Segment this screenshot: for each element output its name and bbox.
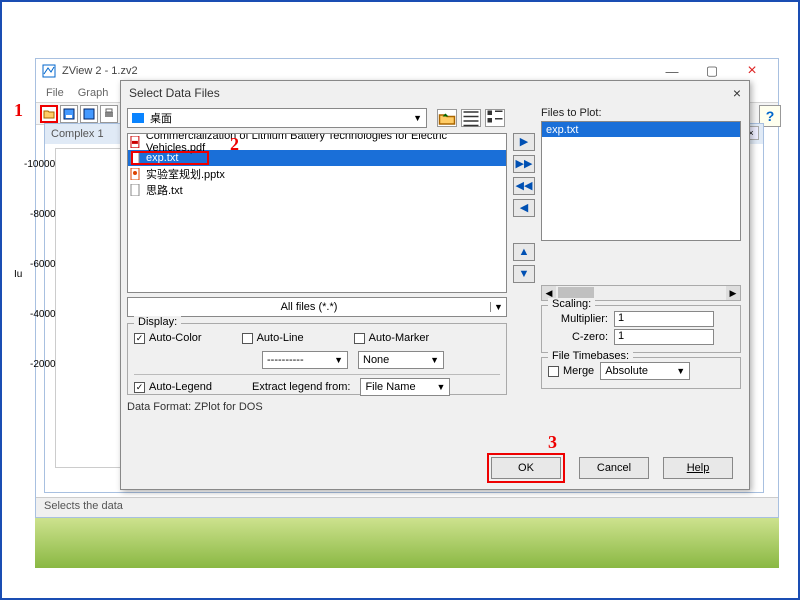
scaling-group: Scaling: Multiplier: 1 C-zero: 1: [541, 305, 741, 353]
extract-legend-select[interactable]: File Name▼: [360, 378, 450, 396]
desktop-icon: [132, 113, 144, 123]
ytick-3: -4000: [30, 309, 56, 320]
timebase-group: File Timebases: Merge Absolute▼: [541, 357, 741, 389]
dialog-title: Select Data Files: [129, 86, 220, 100]
folder-select[interactable]: 桌面 ▼: [127, 108, 427, 128]
ok-button[interactable]: OK: [491, 457, 561, 479]
print-button[interactable]: [100, 105, 118, 123]
annotation-1: 1: [14, 100, 23, 121]
display-group: Display: ✓Auto-Color Auto-Line Auto-Mark…: [127, 323, 507, 395]
move-up-button[interactable]: ▲: [513, 243, 535, 261]
auto-legend-checkbox[interactable]: ✓Auto-Legend: [134, 381, 212, 393]
czero-label: C-zero:: [548, 331, 608, 343]
pptx-icon: [130, 168, 142, 180]
file-item[interactable]: Commercialization of Lithium Battery Tec…: [128, 134, 506, 150]
folder-name: 桌面: [150, 110, 172, 126]
czero-input[interactable]: 1: [614, 329, 714, 345]
timebase-label: File Timebases:: [548, 350, 633, 362]
plot-files-list[interactable]: exp.txt: [541, 121, 741, 241]
ytick-1: -8000: [30, 209, 56, 220]
maximize-button[interactable]: ▢: [692, 60, 732, 82]
window-title: ZView 2 - 1.zv2: [62, 65, 652, 77]
add-file-button[interactable]: ▶: [513, 133, 535, 151]
app-icon: [42, 64, 56, 78]
file-item[interactable]: 思路.txt: [128, 182, 506, 198]
file-name: Commercialization of Lithium Battery Tec…: [146, 133, 504, 154]
minimize-button[interactable]: —: [652, 60, 692, 82]
dialog-close-button[interactable]: ×: [733, 85, 741, 101]
files-to-plot-label: Files to Plot:: [541, 107, 741, 119]
marker-style-select[interactable]: None▼: [358, 351, 444, 369]
status-bar: Selects the data: [36, 497, 778, 517]
plot-file-item[interactable]: exp.txt: [542, 122, 740, 137]
file-item[interactable]: 实验室规划.pptx: [128, 166, 506, 182]
file-name: exp.txt: [146, 152, 178, 164]
file-list[interactable]: Commercialization of Lithium Battery Tec…: [127, 133, 507, 293]
ytick-0: -10000: [24, 159, 55, 170]
line-style-select[interactable]: ----------▼: [262, 351, 348, 369]
txt-icon: [130, 184, 142, 196]
multiplier-label: Multiplier:: [548, 313, 608, 325]
close-button[interactable]: ×: [732, 60, 772, 82]
remove-file-button[interactable]: ◀: [513, 199, 535, 217]
add-all-button[interactable]: ▶▶: [513, 155, 535, 173]
chevron-down-icon: ▼: [490, 302, 506, 312]
filter-text: All files (*.*): [128, 301, 490, 313]
annotation-box-3: OK: [487, 453, 565, 483]
scroll-right-button[interactable]: ▶: [726, 286, 740, 300]
annotation-2: 2: [230, 134, 239, 155]
file-name: 思路.txt: [146, 182, 183, 198]
up-folder-button[interactable]: [437, 109, 457, 127]
save-button[interactable]: [60, 105, 78, 123]
txt-icon: [130, 152, 142, 164]
help-button[interactable]: Help: [663, 457, 733, 479]
move-down-button[interactable]: ▼: [513, 265, 535, 283]
disk-button[interactable]: [80, 105, 98, 123]
auto-color-checkbox[interactable]: ✓Auto-Color: [134, 332, 202, 344]
file-filter-select[interactable]: All files (*.*) ▼: [127, 297, 507, 317]
ytick-2: -6000: [30, 259, 56, 270]
select-data-files-dialog: Select Data Files × 桌面 ▼ Commercializati…: [120, 80, 750, 490]
multiplier-input[interactable]: 1: [614, 311, 714, 327]
y-axis-label: Iu: [14, 269, 22, 280]
merge-checkbox[interactable]: Merge: [548, 365, 594, 377]
extract-legend-label: Extract legend from:: [252, 381, 350, 393]
scaling-label: Scaling:: [548, 298, 595, 310]
pdf-icon: [130, 136, 142, 148]
data-format-label: Data Format: ZPlot for DOS: [127, 401, 739, 413]
menu-file[interactable]: File: [46, 87, 64, 99]
detail-view-button[interactable]: [485, 109, 505, 127]
menu-graph[interactable]: Graph: [78, 87, 109, 99]
list-view-button[interactable]: [461, 109, 481, 127]
auto-line-checkbox[interactable]: Auto-Line: [242, 332, 304, 344]
cancel-button[interactable]: Cancel: [579, 457, 649, 479]
timebase-mode-select[interactable]: Absolute▼: [600, 362, 690, 380]
remove-all-button[interactable]: ◀◀: [513, 177, 535, 195]
auto-marker-checkbox[interactable]: Auto-Marker: [354, 332, 430, 344]
display-label: Display:: [134, 316, 181, 328]
file-name: 实验室规划.pptx: [146, 166, 225, 182]
open-file-button[interactable]: [40, 105, 58, 123]
chevron-down-icon: ▼: [413, 113, 422, 123]
ytick-4: -2000: [30, 359, 56, 370]
annotation-3: 3: [548, 432, 557, 453]
